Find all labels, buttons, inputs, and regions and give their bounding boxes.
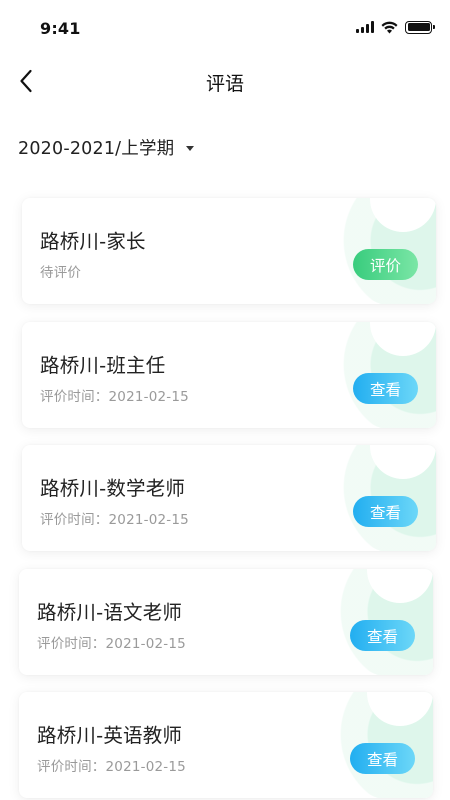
status-bar: 9:41	[0, 0, 450, 56]
comment-card: 路桥川-家长 待评价 评价	[22, 198, 436, 304]
card-title: 路桥川-家长	[40, 230, 146, 253]
card-title: 路桥川-英语教师	[37, 724, 183, 747]
term-label: 2020-2021/上学期	[18, 138, 175, 159]
battery-icon	[405, 20, 435, 34]
card-eval-time: 评价时间：2021-02-15	[37, 636, 186, 652]
card-title: 路桥川-数学老师	[40, 477, 186, 500]
term-selector[interactable]: 2020-2021/上学期	[18, 133, 195, 161]
comment-card: 路桥川-数学老师 评价时间：2021-02-15 查看	[22, 445, 436, 551]
status-time: 9:41	[40, 19, 81, 38]
card-title: 路桥川-班主任	[40, 354, 166, 377]
status-icons	[356, 20, 435, 34]
card-eval-time: 评价时间：2021-02-15	[37, 759, 186, 775]
caret-down-icon	[186, 145, 195, 151]
card-status: 待评价	[40, 265, 82, 281]
evaluate-button[interactable]: 评价	[353, 249, 418, 280]
card-title: 路桥川-语文老师	[37, 601, 183, 624]
navigation-bar: 评语	[0, 56, 450, 106]
view-button[interactable]: 查看	[353, 373, 418, 404]
view-button[interactable]: 查看	[350, 620, 415, 651]
comment-card: 路桥川-语文老师 评价时间：2021-02-15 查看	[19, 569, 433, 675]
cellular-signal-icon	[356, 21, 374, 33]
card-eval-time: 评价时间：2021-02-15	[40, 512, 189, 528]
card-eval-time: 评价时间：2021-02-15	[40, 389, 189, 405]
wifi-icon	[381, 21, 398, 33]
view-button[interactable]: 查看	[353, 496, 418, 527]
view-button[interactable]: 查看	[350, 743, 415, 774]
comment-card: 路桥川-班主任 评价时间：2021-02-15 查看	[22, 322, 436, 428]
comment-card: 路桥川-英语教师 评价时间：2021-02-15 查看	[19, 692, 433, 798]
page-title: 评语	[205, 73, 244, 95]
